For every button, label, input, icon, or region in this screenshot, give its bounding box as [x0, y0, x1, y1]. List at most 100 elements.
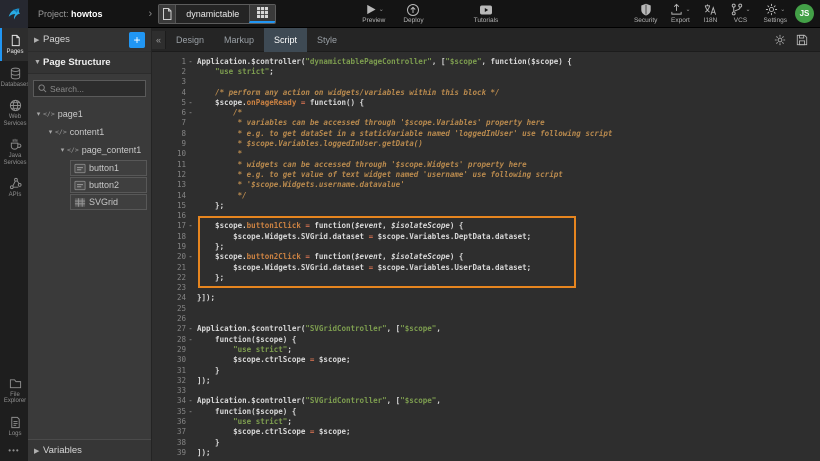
code-line-38[interactable]: 38 }: [166, 437, 820, 447]
grid-squares-icon[interactable]: [249, 5, 275, 23]
i18n-icon: [703, 3, 717, 16]
tree-item-button2[interactable]: button2: [70, 177, 147, 193]
code-line-9[interactable]: 9 * $scope.Variables.loggedInUser.getDat…: [166, 138, 820, 148]
code-line-20[interactable]: 20- $scope.button2Click = function($even…: [166, 252, 820, 262]
fold-marker-icon[interactable]: -: [186, 407, 195, 416]
code-icon: </>: [55, 128, 67, 136]
fold-marker-icon[interactable]: -: [186, 335, 195, 344]
active-page-tab[interactable]: dynamictable: [158, 4, 276, 24]
code-line-24[interactable]: 24}]);: [166, 293, 820, 303]
code-line-28[interactable]: 28- function($scope) {: [166, 334, 820, 344]
tree-item-button1[interactable]: button1: [70, 160, 147, 176]
save-button[interactable]: [796, 34, 808, 46]
tab-script[interactable]: Script: [264, 28, 307, 52]
deploy-button[interactable]: Deploy: [403, 3, 423, 24]
line-number: 7: [166, 118, 186, 127]
sidebar-item-file-explorer[interactable]: File Explorer: [0, 371, 28, 410]
add-page-button[interactable]: +: [129, 32, 145, 48]
sidebar-item-web-services[interactable]: Web Services: [0, 93, 28, 132]
code-line-36[interactable]: 36 "use strict";: [166, 416, 820, 426]
user-avatar[interactable]: JS: [795, 4, 814, 23]
sidebar-item-logs[interactable]: Logs: [0, 410, 28, 443]
code-line-12[interactable]: 12 * e.g. to get value of text widget na…: [166, 169, 820, 179]
vcs-button[interactable]: ⌄VCS: [730, 3, 750, 24]
wavemaker-logo[interactable]: [0, 0, 28, 28]
sidebar-item-label: Databases: [1, 82, 30, 89]
fold-marker-icon[interactable]: -: [186, 221, 195, 230]
line-number: 31: [166, 366, 186, 375]
more-options-button[interactable]: •••: [0, 442, 28, 461]
code-line-25[interactable]: 25: [166, 303, 820, 313]
code-line-17[interactable]: 17- $scope.button1Click = function($even…: [166, 221, 820, 231]
api-icon: [9, 177, 22, 190]
sidebar-item-pages[interactable]: Pages: [0, 28, 28, 61]
sidebar-item-label: Web Services: [2, 114, 28, 127]
pages-section-header[interactable]: ▶ Pages +: [28, 28, 151, 52]
variables-section-header[interactable]: ▶ Variables: [28, 439, 151, 461]
code-line-31[interactable]: 31 }: [166, 365, 820, 375]
code-line-7[interactable]: 7 * variables can be accessed through '$…: [166, 118, 820, 128]
code-line-32[interactable]: 32]);: [166, 375, 820, 385]
code-line-29[interactable]: 29 "use strict";: [166, 344, 820, 354]
preview-button[interactable]: ⌄Preview: [362, 3, 385, 24]
line-number: 12: [166, 170, 186, 179]
code-line-15[interactable]: 15 };: [166, 200, 820, 210]
code-line-39[interactable]: 39]);: [166, 447, 820, 457]
code-line-11[interactable]: 11 * widgets can be accessed through '$s…: [166, 159, 820, 169]
fold-marker-icon[interactable]: -: [186, 108, 195, 117]
page-structure-header[interactable]: ▼ Page Structure: [28, 52, 151, 74]
code-line-37[interactable]: 37 $scope.ctrlScope = $scope;: [166, 427, 820, 437]
caret-down-icon[interactable]: ▾: [46, 128, 55, 136]
code-line-23[interactable]: 23: [166, 283, 820, 293]
code-line-6[interactable]: 6- /*: [166, 107, 820, 117]
tree-item-page1[interactable]: ▾</>page1: [34, 105, 151, 123]
security-button[interactable]: Security: [634, 3, 657, 24]
code-line-8[interactable]: 8 * e.g. to get dataSet in a staticVaria…: [166, 128, 820, 138]
code-line-30[interactable]: 30 $scope.ctrlScope = $scope;: [166, 355, 820, 365]
code-line-35[interactable]: 35- function($scope) {: [166, 406, 820, 416]
tree-item-SVGrid[interactable]: SVGrid: [70, 194, 147, 210]
tab-style[interactable]: Style: [307, 28, 347, 52]
caret-down-icon[interactable]: ▾: [58, 146, 67, 154]
variables-section-label: Variables: [43, 445, 82, 456]
i18n-button[interactable]: I18N: [703, 3, 717, 24]
settings-button[interactable]: ⌄Settings: [764, 3, 788, 24]
script-settings-button[interactable]: [774, 34, 786, 46]
caret-down-icon[interactable]: ▾: [34, 110, 43, 118]
code-line-10[interactable]: 10 *: [166, 149, 820, 159]
code-line-13[interactable]: 13 * '$scope.Widgets.username.datavalue': [166, 180, 820, 190]
tree-item-page_content1[interactable]: ▾</>page_content1: [58, 141, 151, 159]
fold-marker-icon[interactable]: -: [186, 324, 195, 333]
collapse-panel-button[interactable]: «: [152, 31, 166, 49]
fold-marker-icon[interactable]: -: [186, 252, 195, 261]
code-line-26[interactable]: 26: [166, 313, 820, 323]
structure-search-input[interactable]: [50, 84, 141, 94]
code-line-3[interactable]: 3: [166, 77, 820, 87]
fold-marker-icon[interactable]: -: [186, 57, 195, 66]
code-line-1[interactable]: 1-Application.$controller("dynamictableP…: [166, 56, 820, 66]
code-line-5[interactable]: 5- $scope.onPageReady = function() {: [166, 97, 820, 107]
tab-markup[interactable]: Markup: [214, 28, 264, 52]
tutorials-button[interactable]: Tutorials: [474, 3, 499, 24]
code-line-18[interactable]: 18 $scope.Widgets.SVGrid.dataset = $scop…: [166, 231, 820, 241]
code-line-27[interactable]: 27-Application.$controller("SVGridContro…: [166, 324, 820, 334]
code-line-16[interactable]: 16: [166, 210, 820, 220]
sidebar-item-apis[interactable]: APIs: [0, 171, 28, 204]
code-line-14[interactable]: 14 */: [166, 190, 820, 200]
tab-design[interactable]: Design: [166, 28, 214, 52]
fold-marker-icon[interactable]: -: [186, 396, 195, 405]
script-editor[interactable]: 1-Application.$controller("dynamictableP…: [152, 52, 820, 461]
tree-item-content1[interactable]: ▾</>content1: [46, 123, 151, 141]
sidebar-item-databases[interactable]: Databases: [0, 61, 28, 94]
export-button[interactable]: ⌄Export: [670, 3, 690, 24]
code-line-33[interactable]: 33: [166, 386, 820, 396]
code-line-34[interactable]: 34-Application.$controller("SVGridContro…: [166, 396, 820, 406]
fold-marker-icon[interactable]: -: [186, 98, 195, 107]
code-line-22[interactable]: 22 };: [166, 272, 820, 282]
code-line-2[interactable]: 2 "use strict";: [166, 66, 820, 76]
code-line-4[interactable]: 4 /* perform any action on widgets/varia…: [166, 87, 820, 97]
code-line-19[interactable]: 19 };: [166, 241, 820, 251]
code-line-21[interactable]: 21 $scope.Widgets.SVGrid.dataset = $scop…: [166, 262, 820, 272]
workspace-body: Pages Databases Web Services Java ServicesA…: [0, 28, 820, 461]
sidebar-item-java-services[interactable]: Java Services: [0, 132, 28, 171]
